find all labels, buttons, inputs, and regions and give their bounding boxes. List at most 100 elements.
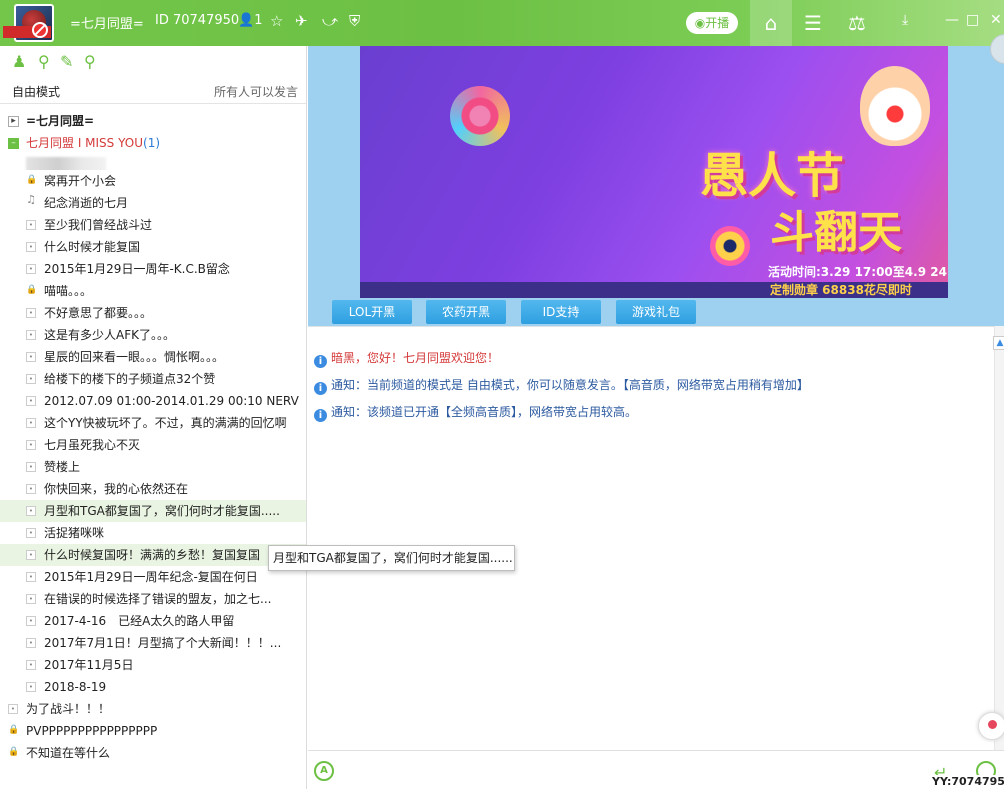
collapse-icon[interactable]: – xyxy=(8,138,19,149)
lock-icon: 🔒 xyxy=(26,285,38,296)
subchannel-item[interactable]: • 什么时候才能复国 xyxy=(0,236,306,258)
channel-icon: • xyxy=(26,594,36,604)
channel-icon: • xyxy=(26,308,36,318)
maximize-icon[interactable]: □ xyxy=(966,12,979,28)
home-tab[interactable]: ⌂ xyxy=(750,0,792,46)
info-icon: i xyxy=(314,382,327,395)
yy-id-watermark: YY:70747950 xyxy=(930,775,1004,788)
ban-badge-icon xyxy=(32,22,48,38)
favorite-star-icon[interactable]: ☆ xyxy=(270,12,283,30)
ball-graphic xyxy=(710,226,750,266)
balloon-swirl-graphic xyxy=(450,86,510,146)
expand-icon[interactable]: ▸ xyxy=(8,116,19,127)
honor-of-kings-button[interactable]: 农药开黑 xyxy=(426,300,506,324)
subchannel-item[interactable]: • 2017年7月1日！月型搞了个大新闻！！！... xyxy=(0,632,306,654)
channel-tooltip: 月型和TGA都复国了，窝们何时才能复国...... xyxy=(268,545,515,571)
go-live-button[interactable]: ◉开播 xyxy=(686,12,738,34)
mode-bar: 自由模式 所有人可以发言 xyxy=(0,76,306,104)
subchannel-item[interactable]: • 2017-4-16 已经A太久的路人甲留 xyxy=(0,610,306,632)
subchannel-item[interactable]: • 这是有多少人AFK了。。。 xyxy=(0,324,306,346)
subchannel-item[interactable]: • 你快回来，我的心依然还在 xyxy=(0,478,306,500)
subchannel-item[interactable]: • 至少我们曾经战斗过 xyxy=(0,214,306,236)
subchannel-item[interactable]: • 在错误的时候选择了错误的盟友，加之七... xyxy=(0,588,306,610)
minimize-icon[interactable]: — xyxy=(945,12,959,28)
subchannel-item[interactable]: • 七月虽死我心不灭 xyxy=(0,434,306,456)
music-icon: ♫ xyxy=(26,193,36,206)
subchannel-item[interactable]: • 赞楼上 xyxy=(0,456,306,478)
mode-permission: 所有人可以发言 xyxy=(213,85,298,99)
gamepad-icon: ⚖ xyxy=(848,11,866,35)
channel-icon: • xyxy=(26,682,36,692)
user-avatar-blurred xyxy=(26,157,106,170)
info-icon: i xyxy=(314,355,327,368)
subchannel-item[interactable]: • 这个YY快被玩坏了。不过，真的满满的回忆啊 xyxy=(0,412,306,434)
subchannel-item[interactable]: • 什么时候复国呀！满满的乡愁！复国复国 xyxy=(0,544,306,566)
chat-message: i 通知：该频道已开通【全频高音质】，网络带宽占用较高。 xyxy=(314,404,637,422)
online-count: 👤1 xyxy=(238,13,263,28)
info-icon: i xyxy=(314,409,327,422)
channel-icon: • xyxy=(26,484,36,494)
shield-icon[interactable]: ⛨ xyxy=(349,12,360,30)
title-bar: =七月同盟= ID 70747950 👤1 ☆ ✈ ⤻ ⛨ ◉开播 ⌂ ☰ ⚖ … xyxy=(0,0,1004,46)
game-tab[interactable]: ⚖ xyxy=(836,0,878,46)
chat-messages: i 暗黑，您好！七月同盟欢迎您！ i 通知：当前频道的模式是 自由模式，你可以随意发… xyxy=(308,326,994,750)
subchannel-item[interactable]: • 2012.07.09 01:00-2014.01.29 00:10 NERV xyxy=(0,390,306,412)
event-banner[interactable]: 愚人节 斗翻天 活动时间:3.29 17:00至4.9 24 定制勋章 6883… xyxy=(360,46,948,298)
channel-item[interactable]: • 为了战斗！！！ xyxy=(0,698,306,720)
scroll-up-icon[interactable]: ▲ xyxy=(993,336,1004,350)
lol-button[interactable]: LOL开黑 xyxy=(332,300,412,324)
subchannel-item[interactable]: 🔒 喵喵。。。 xyxy=(0,280,306,302)
close-icon[interactable]: ✕ xyxy=(990,12,1002,28)
channel-icon: • xyxy=(26,528,36,538)
lock-icon: 🔒 xyxy=(26,175,38,186)
home-icon: ⌂ xyxy=(764,11,778,35)
blurred-user[interactable] xyxy=(0,154,306,170)
channel-icon: • xyxy=(26,264,36,274)
channel-icon: • xyxy=(26,660,36,670)
channel-icon: • xyxy=(26,572,36,582)
share-icon[interactable]: ⤻ xyxy=(322,12,338,30)
channel-toolbar: ♟ ⚲ ✎ ⚲ xyxy=(0,46,306,76)
subchannel-item[interactable]: ♫ 纪念消逝的七月 xyxy=(0,192,306,214)
members-icon[interactable]: ♟ xyxy=(12,52,26,71)
banner-time: 活动时间:3.29 17:00至4.9 24 xyxy=(768,265,947,279)
chat-message: i 通知：当前频道的模式是 自由模式，你可以随意发言。【高音质，网络带宽占用稍有增… xyxy=(314,377,809,395)
channel-icon: • xyxy=(26,374,36,384)
channel-icon: • xyxy=(26,352,36,362)
subchannel-item[interactable]: • 2015年1月29日一周年纪念-复国在何日 xyxy=(0,566,306,588)
subchannel-item[interactable]: • 给楼下的楼下的子频道点32个赞 xyxy=(0,368,306,390)
font-style-icon[interactable]: A xyxy=(314,761,334,781)
tree-group[interactable]: – 七月同盟 I MISS YOU(1) xyxy=(0,132,306,154)
id-support-button[interactable]: ID支持 xyxy=(521,300,601,324)
subchannel-item[interactable]: • 2018-8-19 xyxy=(0,676,306,698)
subchannel-item[interactable]: • 活捉猪咪咪 xyxy=(0,522,306,544)
subchannel-item[interactable]: 🔒 窝再开个小会 xyxy=(0,170,306,192)
subchannel-item[interactable]: • 星辰的回来看一眼。。。惆怅啊。。。 xyxy=(0,346,306,368)
chat-scrollbar[interactable]: ▲ xyxy=(993,326,1004,750)
lock-icon: 🔒 xyxy=(8,725,20,736)
channel-icon: • xyxy=(26,440,36,450)
chat-input-area[interactable]: A ↵ YY:70747950 xyxy=(308,750,1004,789)
main-panel: 愚人节 斗翻天 活动时间:3.29 17:00至4.9 24 定制勋章 6883… xyxy=(308,34,1004,789)
subchannel-item[interactable]: • 2017年11月5日 xyxy=(0,654,306,676)
list-tab[interactable]: ☰ xyxy=(792,0,834,46)
tree-root[interactable]: ▸ =七月同盟= xyxy=(0,110,306,132)
flower-gift-icon[interactable] xyxy=(978,712,1004,740)
mode-label[interactable]: 自由模式 xyxy=(12,83,60,100)
location-icon[interactable]: ⚲ xyxy=(38,52,50,71)
download-icon[interactable]: ⤓ xyxy=(902,12,908,28)
subchannel-item[interactable]: • 月型和TGA都复国了，窝们何时才能复国..... xyxy=(0,500,306,522)
channel-icon: • xyxy=(8,704,18,714)
plane-icon[interactable]: ✈ xyxy=(295,12,308,30)
subchannel-item[interactable]: • 2015年1月29日一周年-K.C.B留念 xyxy=(0,258,306,280)
channel-icon: • xyxy=(26,330,36,340)
game-gift-button[interactable]: 游戏礼包 xyxy=(616,300,696,324)
subchannel-item[interactable]: • 不好意思了都要。。。 xyxy=(0,302,306,324)
channel-icon: • xyxy=(26,616,36,626)
edit-icon[interactable]: ✎ xyxy=(60,52,73,71)
channel-item[interactable]: 🔒 不知道在等什么 xyxy=(0,742,306,764)
channel-item[interactable]: 🔒 PVPPPPPPPPPPPPPPPP xyxy=(0,720,306,742)
channel-icon: • xyxy=(26,220,36,230)
channel-id: ID 70747950 xyxy=(155,13,240,28)
search-icon[interactable]: ⚲ xyxy=(84,52,96,71)
